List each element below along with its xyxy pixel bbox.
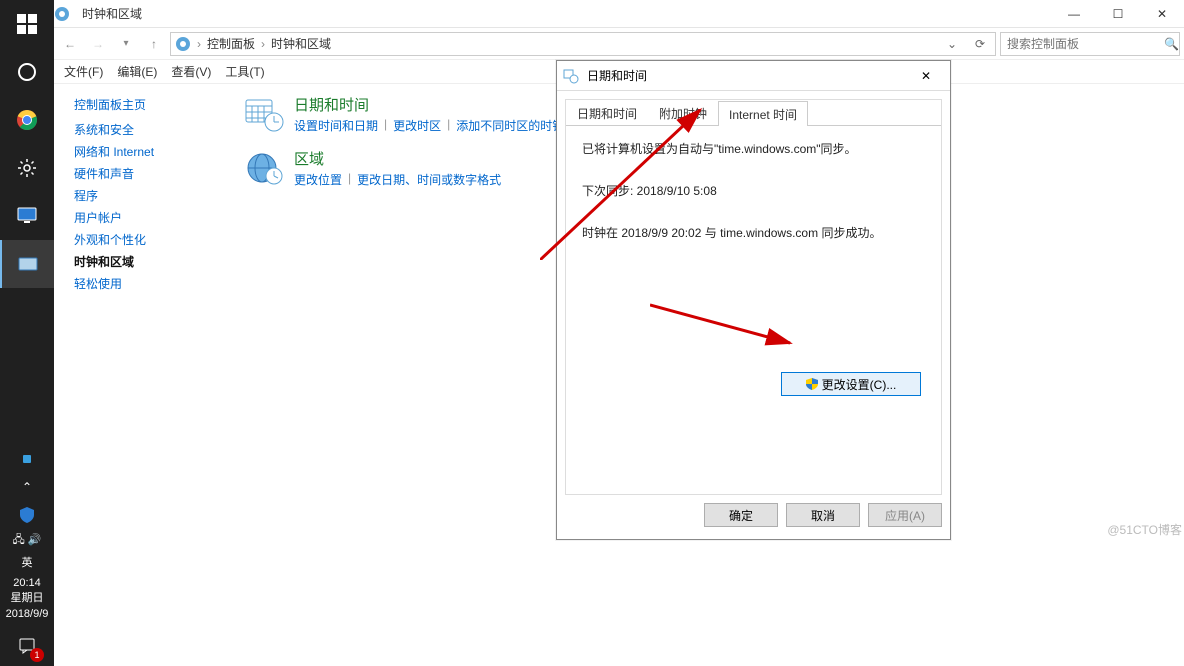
search-icon: 🔍 [1164, 37, 1179, 51]
maximize-button[interactable]: ☐ [1096, 0, 1140, 28]
breadcrumb-leaf[interactable]: 时钟和区域 [271, 35, 331, 52]
dialog-title: 日期和时间 [583, 67, 908, 84]
link-change-location[interactable]: 更改位置 [294, 171, 342, 188]
dialog-icon [563, 68, 583, 84]
sidebar-item-ease[interactable]: 轻松使用 [74, 275, 222, 292]
link-change-formats[interactable]: 更改日期、时间或数字格式 [357, 171, 501, 188]
apply-button[interactable]: 应用(A) [868, 503, 942, 527]
tray-chevron-icon[interactable]: ⌃ [0, 473, 54, 501]
volume-icon: 🔊 [28, 534, 42, 546]
sidebar-item-programs[interactable]: 程序 [74, 187, 222, 204]
change-settings-button[interactable]: 更改设置(C)... [781, 372, 921, 396]
address-sep-2: › [261, 37, 265, 51]
tray-usb-icon[interactable] [0, 445, 54, 473]
taskbar-app-monitor[interactable] [0, 192, 54, 240]
date-time-icon [244, 94, 284, 134]
windows-logo-icon [17, 14, 37, 34]
watermark-text: @51CTO博客 [1107, 521, 1182, 538]
region-icon [244, 148, 284, 188]
clock-time: 20:14 [0, 576, 54, 591]
address-dropdown-icon[interactable]: ⌄ [941, 37, 963, 51]
change-settings-label: 更改设置(C)... [822, 376, 897, 393]
sync-status-text: 已将计算机设置为自动与"time.windows.com"同步。 [582, 140, 925, 158]
window-title: 时钟和区域 [82, 5, 142, 22]
sidebar-item-hardware[interactable]: 硬件和声音 [74, 165, 222, 182]
taskbar-app-settings[interactable] [0, 144, 54, 192]
category-title-date-time[interactable]: 日期和时间 [294, 94, 564, 115]
category-title-region[interactable]: 区域 [294, 148, 501, 169]
tray-network-volume[interactable]: 🖧 🔊 [0, 529, 54, 552]
sidebar-home-link[interactable]: 控制面板主页 [74, 96, 222, 113]
clock-date: 2018/9/9 [0, 607, 54, 622]
search-box[interactable]: 🔍 [1000, 32, 1180, 56]
nav-forward-button[interactable]: → [86, 32, 110, 56]
control-panel-small-icon [175, 36, 191, 52]
ok-button[interactable]: 确定 [704, 503, 778, 527]
usb-icon [20, 452, 34, 466]
sidebar-item-clock-region[interactable]: 时钟和区域 [74, 253, 222, 270]
menu-tools[interactable]: 工具(T) [225, 63, 264, 80]
sidebar-item-appearance[interactable]: 外观和个性化 [74, 231, 222, 248]
cancel-button[interactable]: 取消 [786, 503, 860, 527]
link-change-timezone[interactable]: 更改时区 [393, 117, 441, 134]
dialog-titlebar: 日期和时间 ✕ [557, 61, 950, 91]
chevron-up-icon: ⌃ [22, 480, 32, 494]
address-sep-1: › [197, 37, 201, 51]
taskbar-clock[interactable]: 20:14 星期日 2018/9/9 [0, 572, 54, 626]
tab-additional-clocks[interactable]: 附加时钟 [648, 100, 718, 125]
shield-icon [20, 507, 34, 523]
address-bar: ← → ▾ ↑ › 控制面板 › 时钟和区域 ⌄ ⟳ 🔍 [54, 28, 1184, 60]
sidebar-item-network[interactable]: 网络和 Internet [74, 143, 222, 160]
refresh-button[interactable]: ⟳ [969, 37, 991, 51]
dialog-body: 日期和时间 附加时钟 Internet 时间 已将计算机设置为自动与"time.… [565, 99, 942, 495]
titlebar: 时钟和区域 — ☐ ✕ [54, 0, 1184, 28]
taskbar-app-chrome[interactable] [0, 96, 54, 144]
monitor-icon [17, 207, 37, 225]
chrome-icon [16, 109, 38, 131]
uac-shield-icon [806, 378, 818, 390]
notification-center[interactable]: 1 [0, 626, 54, 666]
nav-history-button[interactable]: ▾ [114, 32, 138, 56]
link-set-time-date[interactable]: 设置时间和日期 [294, 117, 378, 134]
dialog-tabs: 日期和时间 附加时钟 Internet 时间 [566, 100, 941, 126]
gear-icon [17, 158, 37, 178]
network-icon: 🖧 [12, 534, 24, 546]
notification-badge: 1 [30, 648, 44, 662]
tab-internet-time[interactable]: Internet 时间 [718, 101, 808, 126]
dialog-close-button[interactable]: ✕ [908, 61, 944, 91]
tab-content-internet-time: 已将计算机设置为自动与"time.windows.com"同步。 下次同步: 2… [566, 126, 941, 242]
close-button[interactable]: ✕ [1140, 0, 1184, 28]
taskbar-app-cortana[interactable] [0, 48, 54, 96]
tray-security-icon[interactable] [0, 501, 54, 529]
last-sync-text: 时钟在 2018/9/9 20:02 与 time.windows.com 同步… [582, 224, 925, 242]
dialog-button-row: 确定 取消 应用(A) [565, 503, 942, 531]
tab-date-time[interactable]: 日期和时间 [566, 100, 648, 125]
nav-back-button[interactable]: ← [58, 32, 82, 56]
sidebar-item-system[interactable]: 系统和安全 [74, 121, 222, 138]
menu-view[interactable]: 查看(V) [171, 63, 211, 80]
date-time-dialog: 日期和时间 ✕ 日期和时间 附加时钟 Internet 时间 已将计算机设置为自… [556, 60, 951, 540]
window-icon [54, 6, 82, 22]
tray-ime[interactable]: 英 [0, 552, 54, 572]
category-sidebar: 控制面板主页 系统和安全 网络和 Internet 硬件和声音 程序 用户帐户 … [54, 84, 234, 666]
taskbar: ⌃ 🖧 🔊 英 20:14 星期日 2018/9/9 1 [0, 0, 54, 666]
nav-up-button[interactable]: ↑ [142, 32, 166, 56]
search-input[interactable] [1005, 36, 1164, 52]
breadcrumb-root[interactable]: 控制面板 [207, 35, 255, 52]
link-add-clocks[interactable]: 添加不同时区的时钟 [456, 117, 564, 134]
cortana-icon [17, 62, 37, 82]
clock-weekday: 星期日 [0, 591, 54, 606]
next-sync-text: 下次同步: 2018/9/10 5:08 [582, 182, 925, 200]
start-button[interactable] [0, 0, 54, 48]
minimize-button[interactable]: — [1052, 0, 1096, 28]
menu-edit[interactable]: 编辑(E) [117, 63, 157, 80]
address-box[interactable]: › 控制面板 › 时钟和区域 ⌄ ⟳ [170, 32, 996, 56]
sidebar-item-users[interactable]: 用户帐户 [74, 209, 222, 226]
menu-file[interactable]: 文件(F) [64, 63, 103, 80]
control-panel-icon [18, 255, 38, 273]
taskbar-app-control-panel[interactable] [0, 240, 54, 288]
